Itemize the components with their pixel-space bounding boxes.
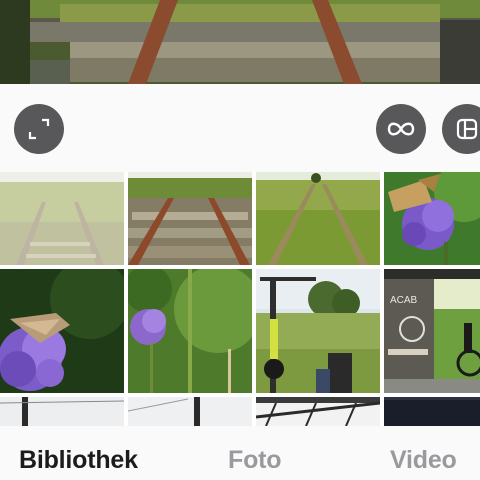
grid-tile-9[interactable]	[0, 397, 124, 426]
railway-field-image	[0, 172, 124, 265]
layout-button[interactable]	[442, 104, 480, 154]
graffiti-underpass-image: ACAB	[384, 269, 480, 393]
camera-mode-tabbar: Bibliothek Foto Video	[0, 426, 480, 480]
grid-tile-4[interactable]	[384, 172, 480, 265]
grid-tile-11[interactable]	[256, 397, 380, 426]
grid-tile-10[interactable]	[128, 397, 252, 426]
grid-tile-6[interactable]	[128, 269, 252, 393]
bicycle-field-image	[256, 269, 380, 393]
grid-tile-12[interactable]	[384, 397, 480, 426]
dark-image	[384, 397, 480, 426]
power-pole-image-2	[128, 397, 252, 426]
grid-tile-5[interactable]	[0, 269, 124, 393]
photo-grid: ACAB	[0, 172, 480, 426]
boomerang-loop-button[interactable]	[376, 104, 426, 154]
butterfly-flower-image	[384, 172, 480, 265]
photo-toolbar	[0, 84, 480, 172]
grid-tile-8[interactable]: ACAB	[384, 269, 480, 393]
moth-flower-image	[0, 269, 124, 393]
expand-arrows-icon	[28, 118, 50, 140]
tab-video[interactable]: Video	[390, 446, 457, 475]
tab-photo[interactable]: Foto	[228, 446, 282, 475]
grid-tile-3[interactable]	[256, 172, 380, 265]
layout-collage-icon	[456, 118, 478, 140]
svg-text:ACAB: ACAB	[390, 295, 418, 306]
metal-bridge-image	[256, 397, 380, 426]
photo-preview[interactable]	[0, 0, 480, 84]
infinity-loop-icon	[387, 122, 415, 136]
grid-tile-2[interactable]	[128, 172, 252, 265]
expand-button[interactable]	[14, 104, 64, 154]
grid-tile-1[interactable]	[0, 172, 124, 265]
preview-image-railway	[0, 0, 480, 84]
power-pole-image	[0, 397, 124, 426]
grid-tile-7[interactable]	[256, 269, 380, 393]
tab-library[interactable]: Bibliothek	[19, 446, 138, 475]
railway-grass-image	[256, 172, 380, 265]
purple-flower-image	[128, 269, 252, 393]
railway-sleepers-image	[128, 172, 252, 265]
